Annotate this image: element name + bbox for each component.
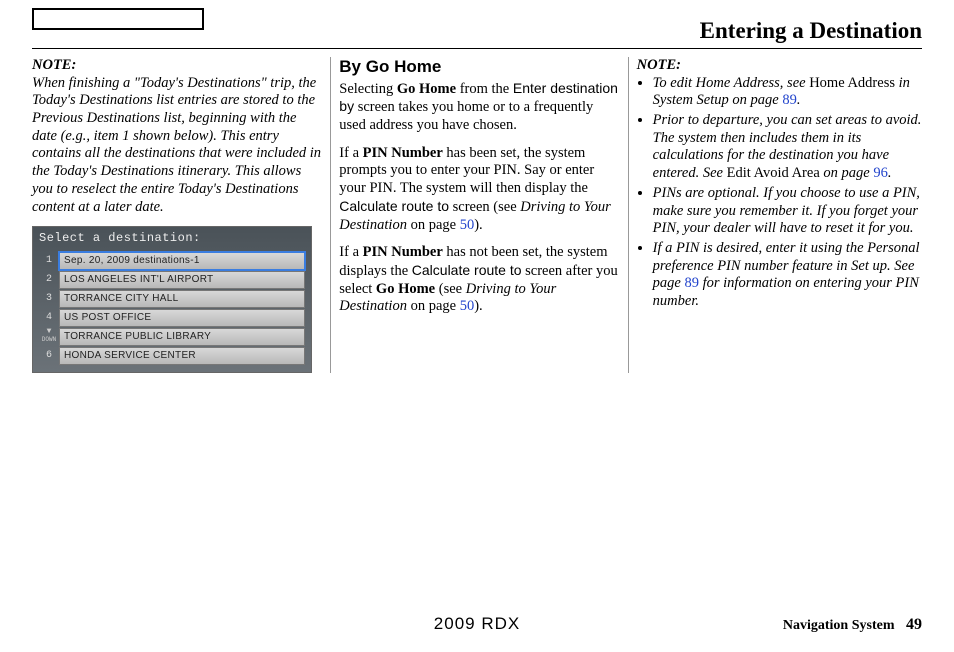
footer-section-label: Navigation System xyxy=(783,618,895,633)
nav-item-selected: Sep. 20, 2009 destinations-1 xyxy=(59,252,305,270)
nav-row: 1 Sep. 20, 2009 destinations-1 xyxy=(39,252,305,270)
column-left: NOTE: When finishing a "Today's Destinat… xyxy=(32,57,331,373)
note-item: PINs are optional. If you choose to use … xyxy=(653,185,922,238)
note-body: When finishing a "Today's Destinations" … xyxy=(32,75,321,215)
page-link[interactable]: 89 xyxy=(684,275,699,291)
nav-screenshot: Select a destination: 1 Sep. 20, 2009 de… xyxy=(32,226,312,373)
nav-item: TORRANCE CITY HALL xyxy=(59,290,305,308)
header-rule xyxy=(32,48,922,49)
nav-row-number: 3 xyxy=(39,290,59,308)
note-item: To edit Home Address, see Home Address i… xyxy=(653,75,922,110)
nav-row: ▼DOWN TORRANCE PUBLIC LIBRARY xyxy=(39,328,305,346)
nav-item: TORRANCE PUBLIC LIBRARY xyxy=(59,328,305,346)
nav-screenshot-list: 1 Sep. 20, 2009 destinations-1 2 LOS ANG… xyxy=(33,252,311,368)
column-middle: By Go Home Selecting Go Home from the En… xyxy=(331,57,628,373)
paragraph: If a PIN Number has been set, the system… xyxy=(339,145,619,234)
footer-right: Navigation System 49 xyxy=(783,616,922,634)
note-list: To edit Home Address, see Home Address i… xyxy=(637,75,922,311)
footer-page-number: 49 xyxy=(906,616,922,633)
note-item: Prior to departure, you can set areas to… xyxy=(653,112,922,183)
nav-screenshot-header: Select a destination: xyxy=(33,227,311,252)
footer-model: 2009 RDX xyxy=(434,614,520,634)
page-link[interactable]: 50 xyxy=(460,298,475,314)
nav-row-number: 4 xyxy=(39,309,59,327)
nav-row-number: 1 xyxy=(39,252,59,270)
column-right: NOTE: To edit Home Address, see Home Add… xyxy=(629,57,922,373)
page-footer: 2009 RDX Navigation System 49 xyxy=(0,614,954,634)
header-blank-box xyxy=(32,8,204,30)
page-link[interactable]: 96 xyxy=(873,165,888,181)
nav-row: 2 LOS ANGELES INT'L AIRPORT xyxy=(39,271,305,289)
note-label: NOTE: xyxy=(32,57,76,73)
nav-row: 4 US POST OFFICE xyxy=(39,309,305,327)
nav-row-number: 6 xyxy=(39,347,59,365)
note-item: If a PIN is desired, enter it using the … xyxy=(653,240,922,311)
nav-row: 6 HONDA SERVICE CENTER xyxy=(39,347,305,365)
nav-item: LOS ANGELES INT'L AIRPORT xyxy=(59,271,305,289)
page-title: Entering a Destination xyxy=(700,18,922,44)
nav-item: US POST OFFICE xyxy=(59,309,305,327)
page-link[interactable]: 89 xyxy=(782,92,797,108)
nav-row-number: 2 xyxy=(39,271,59,289)
paragraph: Selecting Go Home from the Enter destina… xyxy=(339,80,619,135)
nav-item: HONDA SERVICE CENTER xyxy=(59,347,305,365)
page-link[interactable]: 50 xyxy=(460,217,475,233)
nav-row: 3 TORRANCE CITY HALL xyxy=(39,290,305,308)
note-paragraph: NOTE: When finishing a "Today's Destinat… xyxy=(32,57,322,216)
content-columns: NOTE: When finishing a "Today's Destinat… xyxy=(32,57,922,373)
paragraph: If a PIN Number has not been set, the sy… xyxy=(339,244,619,316)
section-heading: By Go Home xyxy=(339,57,619,78)
down-arrow-icon: ▼DOWN xyxy=(39,328,59,346)
note-label: NOTE: xyxy=(637,57,922,75)
